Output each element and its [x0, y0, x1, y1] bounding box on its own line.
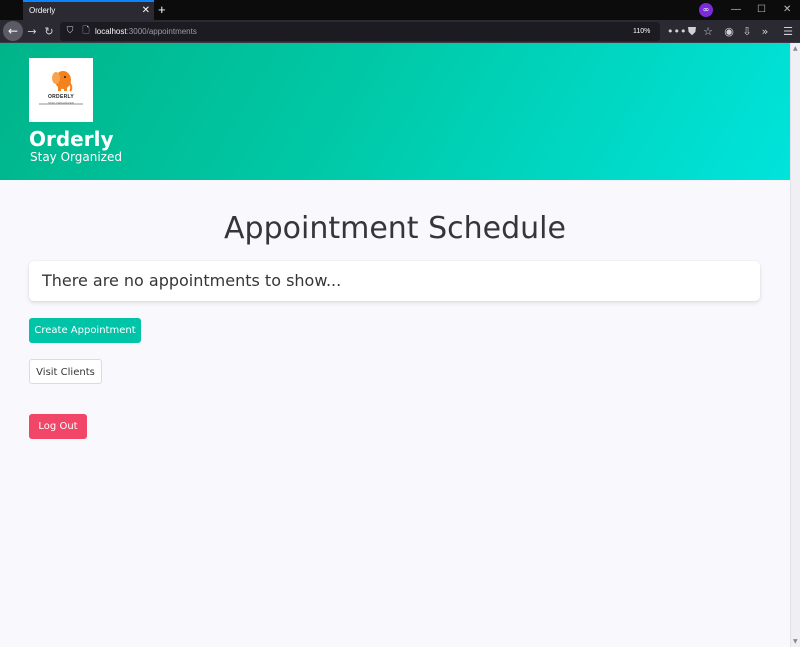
menu-icon[interactable]: ☰: [781, 23, 795, 40]
visit-clients-button[interactable]: Visit Clients: [29, 359, 102, 384]
browser-tab[interactable]: Orderly ✕: [23, 0, 154, 20]
logo-text: ORDERLY: [47, 94, 75, 100]
empty-state-box: There are no appointments to show...: [29, 261, 760, 301]
create-appointment-button[interactable]: Create Appointment: [29, 318, 141, 343]
empty-state-message: There are no appointments to show...: [42, 271, 342, 290]
brand-subtitle: Stay Organized: [30, 150, 122, 164]
log-out-button[interactable]: Log Out: [29, 414, 87, 439]
forward-icon[interactable]: →: [25, 23, 39, 40]
page-title: Appointment Schedule: [224, 211, 566, 246]
browser-nav-bar: ← → ↻ ⛉ 🗋 localhost:3000/appointments 11…: [0, 20, 800, 43]
bookmark-star-icon[interactable]: ☆: [701, 23, 715, 40]
new-tab-button[interactable]: +: [158, 2, 166, 18]
shield-icon[interactable]: ⛉: [64, 23, 76, 40]
page-viewport: ORDERLY STAY ORGANIZED Orderly Stay Orga…: [0, 43, 790, 647]
scroll-down-icon[interactable]: ▼: [793, 638, 798, 645]
page-scrollbar[interactable]: ▲ ▼: [790, 43, 800, 647]
page-icon: 🗋: [82, 26, 90, 36]
zoom-level[interactable]: 110%: [633, 22, 650, 41]
private-browsing-icon: ∞: [699, 3, 713, 17]
pocket-icon[interactable]: ⛊: [685, 23, 699, 40]
hero-header: ORDERLY STAY ORGANIZED Orderly Stay Orga…: [0, 43, 790, 180]
browser-tab-bar: Orderly ✕ + ∞ — ☐ ✕: [0, 0, 800, 20]
maximize-icon[interactable]: ☐: [757, 0, 766, 20]
more-actions-icon[interactable]: •••: [667, 23, 686, 40]
url-path: :3000/appointments: [126, 27, 197, 36]
url-text: localhost:3000/appointments: [95, 22, 197, 41]
tab-close-icon[interactable]: ✕: [142, 2, 150, 20]
logo: ORDERLY STAY ORGANIZED: [29, 58, 93, 122]
overflow-icon[interactable]: »: [758, 23, 772, 40]
close-window-icon[interactable]: ✕: [783, 0, 791, 20]
reload-icon[interactable]: ↻: [42, 23, 56, 40]
minimize-icon[interactable]: —: [731, 0, 741, 20]
extension-icon[interactable]: ◉: [722, 23, 736, 40]
address-bar[interactable]: ⛉ 🗋 localhost:3000/appointments 110%: [60, 22, 660, 41]
back-icon[interactable]: ←: [3, 21, 23, 41]
brand-title: Orderly: [29, 127, 114, 151]
url-host: localhost: [95, 27, 127, 36]
logo-subtext: STAY ORGANIZED: [47, 101, 74, 105]
download-icon[interactable]: ⇩: [740, 23, 754, 40]
elephant-logo-icon: [39, 71, 83, 105]
scroll-up-icon[interactable]: ▲: [793, 45, 798, 52]
tab-title: Orderly: [29, 6, 56, 15]
